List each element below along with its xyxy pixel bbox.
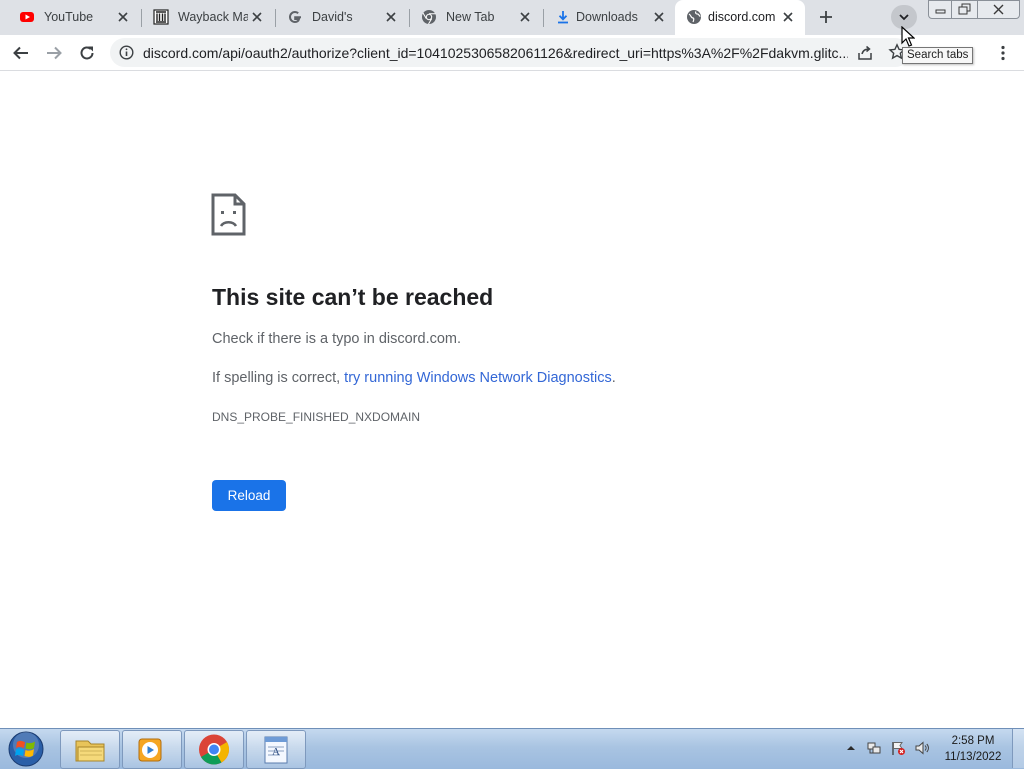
- error-code: DNS_PROBE_FINISHED_NXDOMAIN: [212, 410, 421, 424]
- network-diagnostics-link[interactable]: try running Windows Network Diagnostics: [344, 370, 612, 386]
- taskbar-file-explorer[interactable]: [60, 730, 120, 769]
- tab-title: David's: [312, 10, 353, 24]
- close-icon[interactable]: [518, 10, 532, 24]
- search-tabs-tooltip: Search tabs: [902, 47, 974, 64]
- taskbar-clock[interactable]: 2:58 PM 11/13/2022: [940, 733, 1006, 765]
- file-explorer-icon: [75, 740, 105, 762]
- taskbar-notepad[interactable]: A: [246, 730, 306, 769]
- sad-page-icon: [211, 193, 246, 236]
- chrome-icon: [422, 10, 436, 25]
- network-icon[interactable]: [866, 740, 882, 756]
- close-icon[interactable]: [116, 10, 130, 24]
- svg-text:A: A: [272, 746, 280, 758]
- info-icon[interactable]: [119, 45, 134, 60]
- reload-icon[interactable]: [78, 44, 96, 62]
- media-player-icon: [138, 738, 162, 762]
- minimize-button[interactable]: [928, 0, 952, 19]
- close-window-button[interactable]: [977, 0, 1020, 19]
- back-arrow-icon[interactable]: [12, 44, 30, 62]
- spelling-hint-prefix: If spelling is correct,: [212, 370, 345, 386]
- tab-title: New Tab: [446, 10, 495, 24]
- close-icon[interactable]: [652, 10, 666, 24]
- tab-davids[interactable]: David's: [276, 0, 408, 35]
- tab-discord-active[interactable]: discord.com: [675, 0, 805, 35]
- address-bar[interactable]: discord.com/api/oauth2/authorize?client_…: [110, 38, 910, 67]
- tab-title: discord.com: [708, 10, 776, 24]
- forward-arrow-icon[interactable]: [45, 44, 63, 62]
- close-icon[interactable]: [781, 10, 795, 24]
- chrome-icon: [199, 734, 230, 765]
- error-spelling-hint: If spelling is correct, try running Wind…: [212, 370, 616, 386]
- taskbar-media-player[interactable]: [122, 730, 182, 769]
- tab-title: Downloads: [576, 10, 638, 24]
- close-icon: [993, 4, 1004, 15]
- menu-dots-icon[interactable]: [994, 44, 1012, 62]
- error-title: This site can’t be reached: [212, 284, 494, 310]
- minimize-icon: [935, 9, 946, 14]
- tab-title: Wayback Ma: [178, 10, 248, 24]
- url-text[interactable]: discord.com/api/oauth2/authorize?client_…: [143, 45, 848, 61]
- mouse-cursor-icon: [901, 26, 915, 47]
- tab-wayback-machine[interactable]: Wayback Ma: [142, 0, 274, 35]
- tab-downloads[interactable]: Downloads: [544, 0, 674, 35]
- volume-icon[interactable]: [914, 740, 930, 756]
- clock-time: 2:58 PM: [951, 735, 995, 747]
- tab-strip: YouTube Wayback Ma David's New Tab Downl…: [0, 0, 1024, 35]
- youtube-icon: [20, 12, 34, 22]
- reload-button[interactable]: Reload: [212, 480, 286, 511]
- wayback-machine-icon: [153, 9, 169, 25]
- globe-icon: [687, 10, 701, 24]
- windows-start-icon[interactable]: [4, 730, 48, 768]
- show-hidden-icons-arrow-icon[interactable]: [843, 740, 859, 756]
- google-icon: [288, 10, 301, 24]
- error-typo-hint: Check if there is a typo in discord.com.: [212, 331, 462, 347]
- tab-title: YouTube: [44, 10, 94, 24]
- download-icon: [558, 11, 568, 24]
- show-desktop-button[interactable]: [1012, 729, 1024, 768]
- share-icon[interactable]: [856, 44, 874, 62]
- spelling-hint-suffix: .: [611, 370, 616, 386]
- clock-date: 11/13/2022: [944, 751, 1002, 763]
- restore-icon: [958, 3, 971, 15]
- new-tab-button[interactable]: [816, 7, 836, 27]
- notepad-icon: A: [264, 736, 288, 764]
- action-center-flag-icon[interactable]: [890, 740, 906, 756]
- maximize-button[interactable]: [951, 0, 978, 19]
- tab-youtube[interactable]: YouTube: [8, 0, 140, 35]
- taskbar-chrome[interactable]: [184, 730, 244, 769]
- tab-new-tab[interactable]: New Tab: [410, 0, 542, 35]
- close-icon[interactable]: [250, 10, 264, 24]
- close-icon[interactable]: [384, 10, 398, 24]
- browser-toolbar: discord.com/api/oauth2/authorize?client_…: [0, 35, 1024, 71]
